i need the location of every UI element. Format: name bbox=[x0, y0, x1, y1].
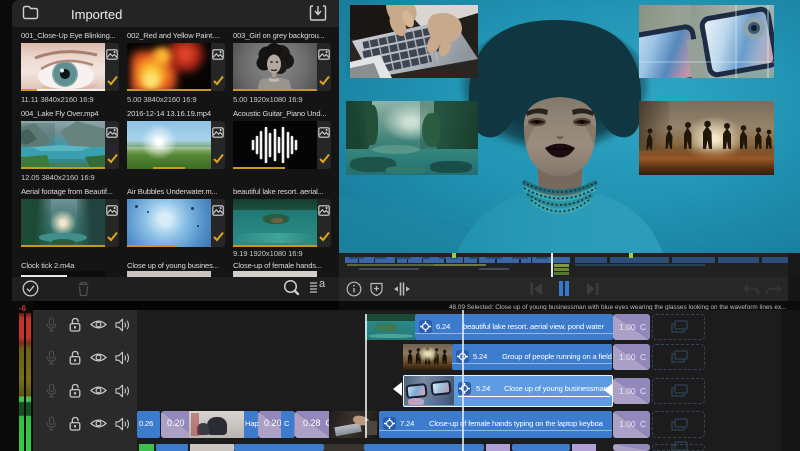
svg-text:a: a bbox=[319, 278, 326, 290]
